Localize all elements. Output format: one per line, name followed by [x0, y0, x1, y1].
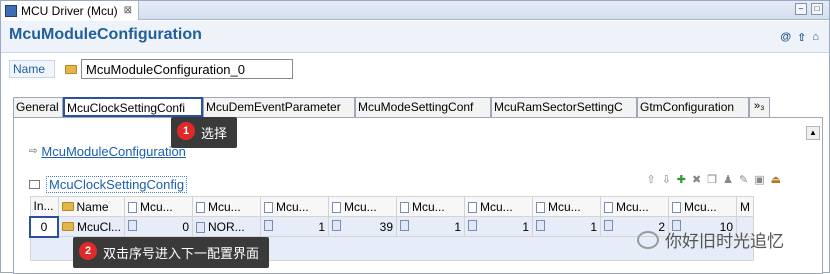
callout-select: 1 选择 — [171, 117, 238, 148]
value-icon — [400, 219, 410, 231]
col-param[interactable]: Mcu... — [124, 196, 194, 217]
copy-icon[interactable]: ❐ — [707, 173, 717, 186]
param-icon — [128, 201, 138, 213]
row-name-cell[interactable]: McuCl... — [57, 216, 126, 237]
mcu-driver-window: MCU Driver (Mcu) ⊠ – □ McuModuleConfigur… — [0, 0, 830, 274]
move-up-icon[interactable]: ⇧ — [646, 173, 655, 186]
param-icon — [196, 201, 206, 213]
value-icon — [536, 219, 546, 231]
value-icon — [196, 221, 206, 233]
tab-gtm-configuration[interactable]: GtmConfiguration — [637, 97, 749, 117]
section-header: McuClockSettingConfig — [29, 176, 188, 193]
value-icon — [128, 219, 138, 231]
breadcrumb: ⇨ McuModuleConfiguration — [29, 144, 186, 159]
user-icon[interactable]: ♟ — [723, 173, 733, 186]
row-index-cell[interactable]: 0 — [29, 215, 59, 238]
watermark: 你好旧时光追忆 — [637, 227, 784, 252]
back-arrow-icon: ⇨ — [29, 146, 38, 157]
delete-icon[interactable]: ✖ — [692, 173, 701, 186]
param-icon — [332, 201, 342, 213]
table-header-row: In... Name Mcu... Mcu... Mcu... Mcu... M… — [29, 196, 755, 217]
col-param[interactable]: Mcu... — [668, 196, 738, 217]
collapse-icon[interactable] — [29, 180, 40, 189]
section-title: McuClockSettingConfig — [46, 176, 188, 193]
tab-mcu-ram-sector[interactable]: McuRamSectorSettingC — [491, 97, 637, 117]
tab-mcu-clock-setting[interactable]: McuClockSettingConfi — [63, 97, 203, 117]
table-cell[interactable]: 1 — [464, 216, 534, 237]
callout-text: 选择 — [201, 126, 228, 141]
parent-link[interactable]: McuModuleConfiguration — [41, 144, 186, 159]
folder-icon — [65, 64, 77, 74]
wechat-logo-icon — [637, 230, 659, 249]
callout-number: 1 — [177, 122, 195, 140]
window-controls: – □ — [795, 3, 823, 15]
help-icon[interactable]: @ — [780, 31, 791, 44]
title-bar: MCU Driver (Mcu) ⊠ – □ — [1, 1, 829, 20]
tab-mcu-dem-event[interactable]: McuDemEventParameter — [203, 97, 355, 117]
paste-icon[interactable]: ▣ — [754, 173, 764, 186]
col-param[interactable]: Mcu... — [600, 196, 670, 217]
watermark-text: 你好旧时光追忆 — [665, 232, 784, 251]
folder-icon — [62, 221, 74, 231]
table-cell[interactable]: 1 — [260, 216, 330, 237]
col-param[interactable]: Mcu... — [396, 196, 466, 217]
minimize-icon[interactable]: – — [795, 3, 807, 15]
table-cell[interactable]: 1 — [532, 216, 602, 237]
folder-icon — [61, 201, 74, 211]
mcu-icon — [5, 4, 17, 17]
up-icon[interactable]: ⇧ — [797, 31, 806, 44]
scroll-up-icon[interactable]: ▲ — [806, 126, 820, 140]
page-title: McuModuleConfiguration — [9, 26, 202, 43]
name-row: Name — [9, 59, 293, 79]
col-param[interactable]: Mcu... — [260, 196, 330, 217]
table-cell[interactable]: 39 — [328, 216, 398, 237]
home-icon[interactable]: ⌂ — [812, 31, 819, 44]
param-icon — [264, 201, 274, 213]
move-down-icon[interactable]: ⇩ — [662, 173, 671, 186]
value-icon — [468, 219, 478, 231]
name-input[interactable] — [81, 59, 293, 79]
value-icon — [332, 219, 342, 231]
col-param[interactable]: M — [736, 196, 755, 217]
param-icon — [536, 201, 546, 213]
table-cell[interactable]: 0 — [124, 216, 194, 237]
callout-text: 双击序号进入下一配置界面 — [103, 246, 260, 261]
tab-mcu-mode-setting[interactable]: McuModeSettingConf — [355, 97, 491, 117]
form-header: McuModuleConfiguration @ ⇧ ⌂ — [1, 21, 829, 53]
maximize-icon[interactable]: □ — [811, 3, 823, 15]
add-icon[interactable]: ✚ — [677, 173, 686, 186]
param-icon — [604, 201, 614, 213]
col-param[interactable]: Mcu... — [192, 196, 262, 217]
value-icon — [264, 219, 274, 231]
param-icon — [468, 201, 478, 213]
col-param[interactable]: Mcu... — [464, 196, 534, 217]
editor-tab-title: MCU Driver (Mcu) — [21, 3, 118, 18]
export-icon[interactable]: ⏏ — [771, 173, 781, 186]
table-cell[interactable]: NOR... — [192, 216, 262, 237]
table-cell[interactable]: 1 — [396, 216, 466, 237]
name-label: Name — [9, 60, 55, 78]
col-param[interactable]: Mcu... — [532, 196, 602, 217]
table-toolbar: ⇧ ⇩ ✚ ✖ ❐ ♟ ✎ ▣ ⏏ — [646, 173, 781, 186]
tab-overflow[interactable]: »₃ — [749, 97, 770, 117]
editor-tab[interactable]: MCU Driver (Mcu) ⊠ — [1, 1, 140, 20]
callout-double-click: 2 双击序号进入下一配置界面 — [73, 237, 270, 268]
col-param[interactable]: Mcu... — [328, 196, 398, 217]
col-index[interactable]: In... — [29, 196, 59, 217]
param-icon — [672, 201, 682, 213]
param-icon — [400, 201, 410, 213]
container-tabs: General McuClockSettingConfi McuDemEvent… — [13, 97, 770, 117]
col-name[interactable]: Name — [57, 196, 126, 217]
callout-number: 2 — [79, 242, 97, 260]
edit-icon[interactable]: ✎ — [739, 173, 748, 186]
header-icons: @ ⇧ ⌂ — [780, 31, 819, 44]
tab-general[interactable]: General — [13, 97, 63, 117]
value-icon — [604, 219, 614, 231]
close-icon[interactable]: ⊠ — [124, 5, 132, 16]
